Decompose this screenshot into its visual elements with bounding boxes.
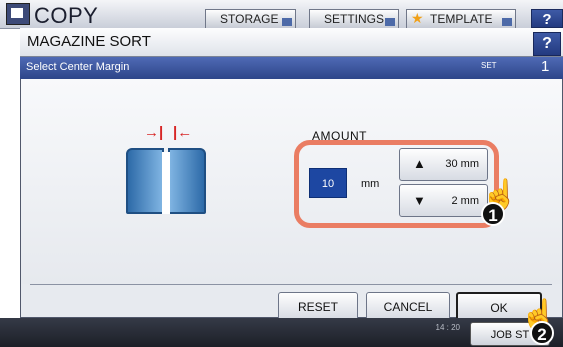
tab-template-label: TEMPLATE [430,12,493,26]
divider [30,284,552,285]
time-text: 14 : 20 [435,323,460,332]
increase-limit-label: 30 mm [445,158,479,170]
set-label: SET [481,61,497,70]
step-2-badge: 2 [530,321,554,345]
arrow-left-icon: |← [173,124,193,141]
tab-storage[interactable]: STORAGE [205,9,296,28]
decrease-limit-label: 2 mm [451,195,480,207]
amount-unit: mm [361,178,380,190]
tab-settings-label: SETTINGS [324,12,385,26]
amount-value-field[interactable]: 10 [309,168,347,198]
dialog-subtitle: Select Center Margin [26,61,130,73]
top-help-button[interactable]: ? [531,9,563,28]
dialog-help-button[interactable]: ? [533,32,561,56]
copy-mode-icon [6,3,30,25]
tab-arrow-icon [282,18,292,26]
tab-arrow-icon [502,18,512,26]
decrease-button[interactable]: ▼ 2 mm [399,184,488,217]
book-icon-right-page [168,148,206,214]
arrow-right-icon: →| [144,124,164,141]
increase-button[interactable]: ▲ 30 mm [399,148,488,181]
book-spine [162,152,170,214]
dialog-title: MAGAZINE SORT [27,33,151,50]
app-title: COPY [34,3,99,28]
page-number: 1 [541,58,550,75]
tab-arrow-icon [385,18,395,26]
step-1-badge: 1 [481,202,505,226]
clock: 14 : 20 [405,323,460,332]
star-icon: ★ [411,10,424,26]
book-icon [126,148,164,214]
triangle-down-icon: ▼ [413,193,426,208]
tab-settings[interactable]: SETTINGS [309,9,399,28]
tab-storage-label: STORAGE [220,12,279,26]
tab-template[interactable]: ★ TEMPLATE [406,9,516,28]
triangle-up-icon: ▲ [413,156,426,171]
